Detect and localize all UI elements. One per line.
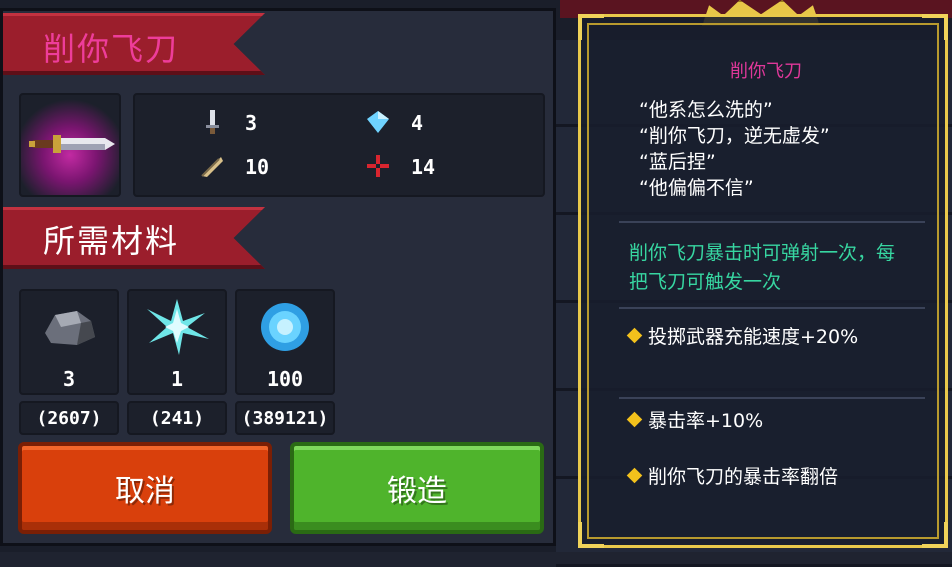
material-slot-gem: 100 [235,289,335,395]
crit-value: 14 [411,155,436,179]
description-panel: 削你飞刀 “他系怎么洗的” “削你飞刀，逆无虚发” “蓝后捏” “他偏偏不信” … [578,14,948,548]
diamond-energy-icon [367,111,389,133]
crystal-shard-icon [147,299,209,355]
throwing-knife-icon [29,135,115,153]
frame-corner-icon [578,14,604,40]
special-effect-text: 削你飞刀暴击时可弹射一次，每把飞刀可触发一次 [629,242,896,293]
material-slot-crystal: 1 [127,289,227,395]
cancel-button[interactable]: 取消 [18,442,272,534]
damage-value: 3 [245,111,258,135]
ore-owned: (2607) [36,408,102,429]
bullet-diamond-icon [626,411,643,428]
divider [619,397,925,399]
crystal-required: 1 [170,367,184,391]
gem-required: 100 [266,367,304,391]
dagger-damage-icon [206,110,219,134]
divider [619,307,925,309]
materials-title: 所需材料 [43,222,180,260]
quote-line: “他偏偏不信” [639,177,754,199]
cancel-button-label: 取消 [115,474,175,509]
forge-button[interactable]: 锻造 [290,442,544,534]
item-title-ribbon: 削你飞刀 [3,13,265,75]
item-name: 削你飞刀 [43,30,180,68]
bonus-item: 暴击率+10% [626,407,919,436]
quote-line: “他系怎么洗的” [639,99,773,121]
ore-required: 3 [62,367,76,391]
quote-line: “蓝后捏” [639,151,716,173]
divider [619,221,925,223]
gem-owned-box: (389121) [235,401,335,435]
speed-value: 10 [245,155,270,179]
bonus-item: 削你飞刀的暴击率翻倍 [626,463,919,492]
crystal-owned: (241) [149,408,205,429]
ore-icon [45,311,95,345]
frame-corner-icon [922,522,948,548]
energy-value: 4 [411,111,424,135]
materials-ribbon: 所需材料 [3,207,265,269]
crystal-owned-box: (241) [127,401,227,435]
blue-gem-icon [261,303,309,351]
feather-speed-icon [201,157,223,177]
bonus-item: 投掷武器充能速度+20% [626,323,919,352]
bullet-diamond-icon [626,327,643,344]
frame-corner-icon [922,14,948,40]
material-slot-ore: 3 [19,289,119,395]
ore-owned-box: (2607) [19,401,119,435]
forge-button-label: 锻造 [387,474,447,509]
gem-owned: (389121) [241,408,329,429]
item-icon-slot [19,93,121,197]
quote-line: “削你飞刀，逆无虚发” [639,125,830,147]
frame-corner-icon [578,522,604,548]
crosshair-crit-icon [367,155,389,177]
description-title: 削你飞刀 [730,61,802,82]
stats-box: 3 4 10 14 [133,93,545,197]
bullet-diamond-icon [626,467,643,484]
